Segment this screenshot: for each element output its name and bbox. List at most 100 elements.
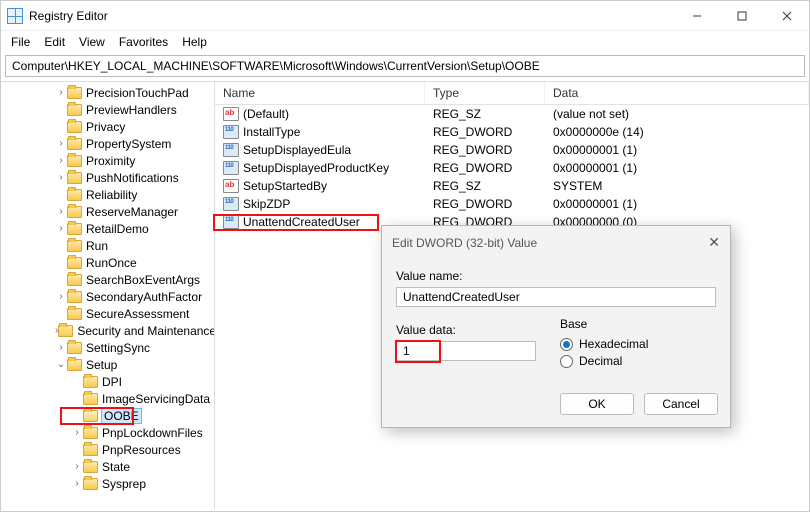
menu-favorites[interactable]: Favorites [119,35,168,49]
menu-edit[interactable]: Edit [44,35,65,49]
tree-item[interactable]: ›State [1,458,214,475]
value-name: SetupStartedBy [243,179,327,193]
tree-item-label: RetailDemo [86,222,149,236]
value-data: 0x00000001 (1) [545,197,809,211]
tree-item[interactable]: RunOnce [1,254,214,271]
chevron-right-icon[interactable]: › [55,172,67,183]
tree-item[interactable]: ›Security and Maintenance [1,322,214,339]
window-minimize-button[interactable] [674,1,719,31]
folder-icon [83,461,98,473]
tree-item[interactable]: DPI [1,373,214,390]
value-data: SYSTEM [545,179,809,193]
tree-item[interactable]: ›PrecisionTouchPad [1,84,214,101]
folder-icon [67,172,82,184]
cancel-button[interactable]: Cancel [644,393,718,415]
window-maximize-button[interactable] [719,1,764,31]
tree-item[interactable]: › PushNotifications [1,169,214,186]
tree-item[interactable]: SearchBoxEventArgs [1,271,214,288]
value-type: REG_DWORD [425,143,545,157]
address-bar[interactable]: Computer\HKEY_LOCAL_MACHINE\SOFTWARE\Mic… [5,55,805,77]
tree-item-label: SettingSync [86,341,150,355]
list-row[interactable]: SetupStartedBy REG_SZSYSTEM [215,177,809,195]
value-type: REG_SZ [425,107,545,121]
chevron-right-icon[interactable]: › [55,223,67,234]
tree-item[interactable]: › RetailDemo [1,220,214,237]
tree-item[interactable]: ›Sysprep [1,475,214,492]
tree-item-label: RunOnce [86,256,137,270]
chevron-right-icon[interactable]: › [55,87,67,98]
chevron-right-icon[interactable]: › [71,461,83,472]
window-close-button[interactable] [764,1,809,31]
value-name: InstallType [243,125,300,139]
chevron-right-icon[interactable]: › [55,155,67,166]
chevron-right-icon[interactable]: › [55,206,67,217]
tree-item-label: SearchBoxEventArgs [86,273,200,287]
tree-item-label: PushNotifications [86,171,179,185]
dword-value-icon [223,161,239,175]
dialog-title: Edit DWORD (32-bit) Value [392,236,708,250]
chevron-right-icon[interactable]: › [71,478,83,489]
tree-item[interactable]: Run [1,237,214,254]
tree-item-label: PnpLockdownFiles [102,426,203,440]
tree-item[interactable]: SecureAssessment [1,305,214,322]
chevron-right-icon[interactable]: › [71,427,83,438]
menu-view[interactable]: View [79,35,105,49]
tree-item[interactable]: › PnpLockdownFiles [1,424,214,441]
value-data-field[interactable] [396,341,536,361]
tree-item[interactable]: ⌄ Setup [1,356,214,373]
ok-button[interactable]: OK [560,393,634,415]
tree-item[interactable]: ›SecondaryAuthFactor [1,288,214,305]
col-data-header[interactable]: Data [545,82,809,104]
chevron-right-icon[interactable]: › [55,138,67,149]
list-row[interactable]: (Default)REG_SZ(value not set) [215,105,809,123]
menu-file[interactable]: File [11,35,30,49]
tree-item-label: DPI [102,375,122,389]
tree-item[interactable]: Privacy [1,118,214,135]
tree-item-label: Setup [86,358,117,372]
tree-item[interactable]: ›Proximity [1,152,214,169]
folder-icon [67,87,82,99]
value-data: 0x0000000e (14) [545,125,809,139]
radio-dec[interactable]: Decimal [560,354,716,368]
menu-help[interactable]: Help [182,35,207,49]
col-type-header[interactable]: Type [425,82,545,104]
value-type: REG_DWORD [425,161,545,175]
col-name-header[interactable]: Name [215,82,425,104]
value-data-label: Value data: [396,323,536,337]
chevron-right-icon[interactable]: › [55,291,67,302]
value-type: REG_SZ [425,179,545,193]
tree-item[interactable]: OOBE [1,407,214,424]
tree-item[interactable]: ›PropertySystem [1,135,214,152]
list-row[interactable]: SetupDisplayedProductKeyREG_DWORD0x00000… [215,159,809,177]
registry-tree[interactable]: ›PrecisionTouchPadPreviewHandlersPrivacy… [1,82,215,509]
tree-item[interactable]: ›ReserveManager [1,203,214,220]
tree-item-label: Security and Maintenance [77,324,215,338]
folder-icon [67,308,82,320]
chevron-right-icon[interactable]: › [55,342,67,353]
folder-icon [67,274,82,286]
tree-item[interactable]: › SettingSync [1,339,214,356]
radio-hex[interactable]: Hexadecimal [560,337,716,351]
tree-item[interactable]: PreviewHandlers [1,101,214,118]
tree-item[interactable]: PnpResources [1,441,214,458]
dialog-titlebar[interactable]: Edit DWORD (32-bit) Value ✕ [382,226,730,259]
tree-item-label: OOBE [101,408,142,424]
value-data: 0x00000001 (1) [545,143,809,157]
tree-item[interactable]: ImageServicingData [1,390,214,407]
list-header: Name Type Data [215,82,809,105]
list-row[interactable]: InstallTypeREG_DWORD0x0000000e (14) [215,123,809,141]
folder-icon [83,376,98,388]
list-row[interactable]: SkipZDPREG_DWORD0x00000001 (1) [215,195,809,213]
folder-icon [67,189,82,201]
folder-icon [83,427,98,439]
regedit-app-icon [7,8,23,24]
tree-item-label: Reliability [86,188,137,202]
dialog-close-icon[interactable]: ✕ [708,234,720,251]
value-name: SetupDisplayedProductKey [243,161,389,175]
list-row[interactable]: SetupDisplayedEulaREG_DWORD0x00000001 (1… [215,141,809,159]
chevron-down-icon[interactable]: ⌄ [55,359,67,370]
value-name-field[interactable]: UnattendCreatedUser [396,287,716,307]
tree-item[interactable]: Reliability [1,186,214,203]
menubar: File Edit View Favorites Help [1,31,809,55]
radio-dec-label: Decimal [579,354,622,368]
